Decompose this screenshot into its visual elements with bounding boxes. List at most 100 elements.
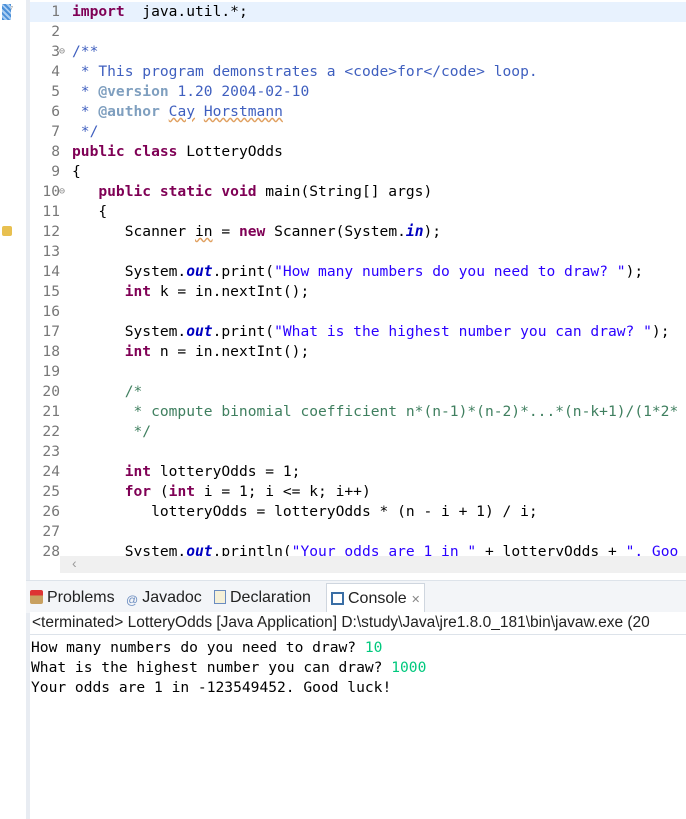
code-token: @author xyxy=(98,103,160,120)
code-token: int xyxy=(124,343,152,360)
line-number: 6 xyxy=(51,103,60,120)
code-line[interactable]: 15 int k = in.nextInt(); xyxy=(30,282,686,302)
code-token: .print( xyxy=(212,323,275,340)
code-line[interactable]: 18 int n = in.nextInt(); xyxy=(30,342,686,362)
console-output: How many numbers do you need to draw? xyxy=(31,639,365,656)
code-line[interactable]: 24 int lotteryOdds = 1; xyxy=(30,462,686,482)
code-token: import xyxy=(72,3,125,20)
code-line[interactable]: 14 System.out.print("How many numbers do… xyxy=(30,262,686,282)
code-token: * xyxy=(72,103,99,120)
line-number: 23 xyxy=(42,443,60,460)
code-text: /** xyxy=(72,42,98,62)
code-line[interactable]: 1 import java.util.*; xyxy=(2,2,686,22)
line-number: 10 xyxy=(42,183,60,200)
line-number: 3 xyxy=(51,43,60,60)
scroll-left-icon[interactable]: ‹ xyxy=(72,555,77,571)
code-line[interactable]: 25 for (int i = 1; i <= k; i++) xyxy=(30,482,686,502)
tab-console[interactable]: Console ✕ xyxy=(326,583,426,614)
code-token: ); xyxy=(651,323,670,340)
code-text: * This program demonstrates a <code>for<… xyxy=(72,62,538,82)
code-text: /* xyxy=(72,382,143,402)
code-text: import java.util.*; xyxy=(72,2,248,22)
console-view[interactable]: <terminated> LotteryOdds [Java Applicati… xyxy=(30,612,686,819)
code-line[interactable]: 5 * @version 1.20 2004-02-10 xyxy=(30,82,686,102)
line-number: 21 xyxy=(42,403,60,420)
code-line[interactable]: 16 xyxy=(30,302,686,322)
code-token: Scanner xyxy=(72,223,196,240)
console-line: Your odds are 1 in -123549452. Good luck… xyxy=(30,678,686,698)
code-line[interactable]: 17 System.out.print("What is the highest… xyxy=(30,322,686,342)
code-text: Scanner in = new Scanner(System.in); xyxy=(72,222,441,242)
code-line[interactable]: 6 * @author Cay Horstmann xyxy=(30,102,686,122)
code-line[interactable]: 12 Scanner in = new Scanner(System.in); xyxy=(2,222,686,242)
code-token: Horstmann xyxy=(203,103,283,120)
fold-toggle-icon[interactable]: ⊖ xyxy=(59,182,65,202)
current-line-marker-icon[interactable] xyxy=(2,4,11,20)
code-text: int lotteryOdds = 1; xyxy=(72,462,301,482)
code-token: in xyxy=(405,223,424,240)
code-text: * @author Cay Horstmann xyxy=(72,102,283,122)
line-number: 15 xyxy=(42,283,60,300)
line-number: 9 xyxy=(51,163,60,180)
code-line[interactable]: 19 xyxy=(30,362,686,382)
code-token: @version xyxy=(98,83,169,100)
code-line[interactable]: 13 xyxy=(30,242,686,262)
line-number: 12 xyxy=(42,223,60,240)
code-token: for xyxy=(124,483,152,500)
line-number: 1 xyxy=(51,3,60,20)
code-line[interactable]: 2 xyxy=(30,22,686,42)
code-line[interactable]: 26 lotteryOdds = lotteryOdds * (n - i + … xyxy=(30,502,686,522)
code-line[interactable]: 3 ⊖ /** xyxy=(30,42,686,62)
code-token: lotteryOdds = 1; xyxy=(151,463,301,480)
tab-label: Javadoc xyxy=(142,589,202,606)
close-icon[interactable]: ✕ xyxy=(411,594,420,606)
bottom-panel-tabs: Problems @ Javadoc Declaration Console ✕ xyxy=(26,580,686,614)
horizontal-scrollbar[interactable]: ‹ xyxy=(60,555,686,573)
code-line[interactable]: 8 public class LotteryOdds xyxy=(30,142,686,162)
code-line[interactable]: 10 ⊖ public static void main(String[] arg… xyxy=(30,182,686,202)
code-text: { xyxy=(72,162,81,182)
tab-problems[interactable]: Problems xyxy=(26,583,119,613)
warning-icon[interactable] xyxy=(2,226,12,236)
line-number: 19 xyxy=(42,363,60,380)
declaration-icon xyxy=(214,590,226,604)
line-number: 11 xyxy=(42,203,60,220)
tab-javadoc[interactable]: @ Javadoc xyxy=(122,583,206,613)
code-line[interactable]: 4 * This program demonstrates a <code>fo… xyxy=(30,62,686,82)
code-line[interactable]: 11 { xyxy=(30,202,686,222)
code-text: */ xyxy=(72,122,99,142)
code-lines[interactable]: 1 import java.util.*; 2 3 ⊖/** 4 * This progr… xyxy=(2,2,686,562)
code-line[interactable]: 9{ xyxy=(30,162,686,182)
code-token: lotteryOdds = lotteryOdds * (n - i + 1) … xyxy=(72,503,538,520)
code-line[interactable]: 22 */ xyxy=(30,422,686,442)
code-editor[interactable]: ▽ 1import java.util.*;23⊖/**4 * This pro… xyxy=(0,0,686,574)
tab-label: Problems xyxy=(47,589,115,606)
problems-icon xyxy=(30,590,43,604)
code-token: n = in.nextInt(); xyxy=(151,343,310,360)
code-line[interactable]: 27 xyxy=(30,522,686,542)
code-text: System.out.print("How many numbers do yo… xyxy=(72,262,643,282)
code-token: out xyxy=(186,323,213,340)
code-line[interactable]: 21 * compute binomial coefficient n*(n-1… xyxy=(30,402,686,422)
code-token: java.util.*; xyxy=(124,3,248,20)
line-number: 16 xyxy=(42,303,60,320)
code-token: ); xyxy=(625,263,644,280)
code-text: System.out.print("What is the highest nu… xyxy=(72,322,670,342)
tab-declaration[interactable]: Declaration xyxy=(210,583,315,613)
code-token: * This program demonstrates a <code>for<… xyxy=(72,63,538,80)
code-token: 1.20 2004-02-10 xyxy=(168,83,310,100)
code-token: public static void xyxy=(98,183,257,200)
fold-toggle-icon[interactable]: ⊖ xyxy=(59,42,65,62)
console-line: What is the highest number you can draw?… xyxy=(30,658,686,678)
line-number: 26 xyxy=(42,503,60,520)
line-number: 24 xyxy=(42,463,60,480)
code-line[interactable]: 23 xyxy=(30,442,686,462)
code-text: public static void main(String[] args) xyxy=(72,182,432,202)
code-line[interactable]: 20 /* xyxy=(30,382,686,402)
code-line[interactable]: 7 */ xyxy=(30,122,686,142)
code-token: int xyxy=(168,483,196,500)
